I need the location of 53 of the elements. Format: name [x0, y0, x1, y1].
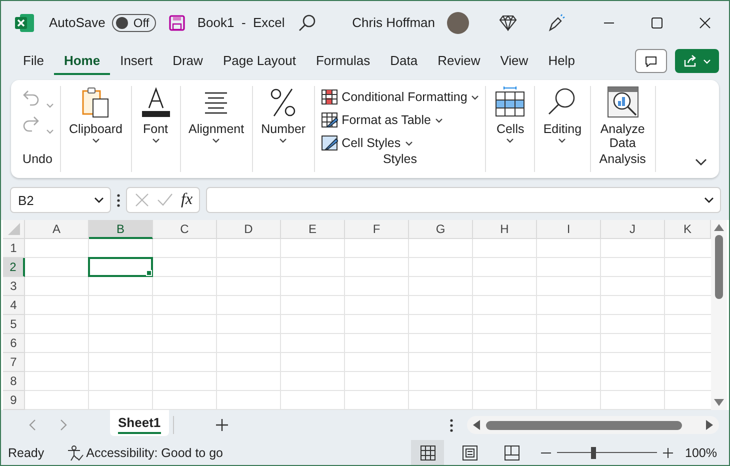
font-button[interactable]: Font	[138, 86, 174, 143]
editing-button[interactable]: Editing	[541, 86, 584, 143]
row-header[interactable]: 2	[3, 258, 25, 277]
status-text: Ready	[8, 446, 44, 460]
zoom-level[interactable]: 100%	[685, 446, 717, 460]
ribbon-tab[interactable]: Home	[54, 47, 110, 75]
column-header[interactable]: B	[89, 220, 153, 239]
column-header[interactable]: D	[217, 220, 281, 239]
column-header[interactable]: H	[473, 220, 537, 239]
ribbon-tab[interactable]: Draw	[162, 47, 213, 75]
conditional-formatting-button[interactable]: Conditional Formatting	[320, 89, 480, 105]
group-label: Styles	[382, 152, 417, 166]
clipboard-button[interactable]: Clipboard	[67, 86, 125, 143]
ribbon-tab[interactable]: Insert	[110, 47, 163, 75]
autosave-label: AutoSave	[49, 15, 106, 30]
accessibility-status[interactable]: Accessibility: Good to go	[86, 446, 224, 460]
user-name[interactable]: Chris Hoffman	[352, 15, 435, 30]
column-header[interactable]: K	[665, 220, 711, 239]
row-header[interactable]: 1	[3, 239, 25, 258]
window-title: Book1 - Excel	[197, 15, 285, 30]
column-header[interactable]: J	[601, 220, 665, 239]
row-header[interactable]: 9	[3, 391, 25, 410]
number-button[interactable]: Number	[259, 86, 308, 143]
sheet-tab[interactable]: Sheet1	[110, 410, 169, 436]
ribbon-tab[interactable]: File	[13, 47, 54, 75]
row-header[interactable]: 3	[3, 277, 25, 296]
cell-styles-button[interactable]: Cell Styles	[320, 135, 480, 151]
autosave-toggle[interactable]: Off	[112, 14, 156, 32]
row-header[interactable]: 5	[3, 315, 25, 334]
insert-function-button[interactable]: fx	[181, 191, 193, 209]
ribbon-tab[interactable]: Formulas	[306, 47, 380, 75]
format-as-table-button[interactable]: Format as Table	[320, 112, 480, 128]
ribbon-tab[interactable]: Data	[380, 47, 428, 75]
ribbon-tab[interactable]: Page Layout	[212, 47, 306, 75]
column-header[interactable]: A	[25, 220, 89, 239]
column-header[interactable]: E	[281, 220, 345, 239]
name-box[interactable]: B2	[10, 187, 111, 213]
row-header[interactable]: 4	[3, 296, 25, 315]
column-header[interactable]: G	[409, 220, 473, 239]
analyze-data-button[interactable]: Analyze Data	[596, 86, 649, 150]
cells-button[interactable]: Cells	[492, 86, 528, 143]
ribbon-tab[interactable]: View	[490, 47, 538, 75]
group-label: Undo	[22, 152, 52, 166]
row-header[interactable]: 6	[3, 334, 25, 353]
alignment-button[interactable]: Alignment	[186, 86, 246, 143]
group-label: Analysis	[599, 152, 646, 166]
column-header[interactable]: F	[345, 220, 409, 239]
column-header[interactable]: C	[153, 220, 217, 239]
row-header[interactable]: 7	[3, 353, 25, 372]
ribbon-tab[interactable]: Review	[428, 47, 490, 75]
ribbon-tab[interactable]: Help	[538, 47, 585, 75]
column-header[interactable]: I	[537, 220, 601, 239]
row-header[interactable]: 8	[3, 372, 25, 391]
